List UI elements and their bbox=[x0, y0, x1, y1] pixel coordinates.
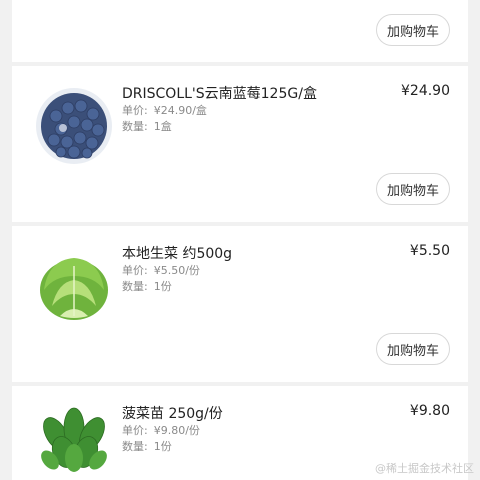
product-card: 本地生菜 约500g ¥5.50 单价: ¥5.50/份 数量: 1份 加购物车 bbox=[12, 226, 468, 382]
add-to-cart-button[interactable]: 加购物车 bbox=[376, 14, 450, 46]
quantity-value: 1份 bbox=[153, 440, 172, 453]
quantity-row: 数量: 1份 bbox=[122, 438, 172, 454]
product-name: 本地生菜 约500g bbox=[122, 246, 233, 262]
product-card-top: 加购物车 bbox=[12, 0, 468, 62]
quantity-value: 1盒 bbox=[153, 120, 172, 133]
quantity-label: 数量: bbox=[122, 280, 148, 293]
quantity-label: 数量: bbox=[122, 120, 148, 133]
product-price: ¥9.80 bbox=[409, 403, 450, 419]
quantity-row: 数量: 1份 bbox=[122, 278, 172, 294]
spinach-image bbox=[34, 400, 114, 480]
unit-price-label: 单价: bbox=[122, 424, 148, 437]
unit-price-label: 单价: bbox=[122, 104, 148, 117]
unit-price-row: 单价: ¥5.50/份 bbox=[122, 262, 200, 278]
unit-price-row: 单价: ¥9.80/份 bbox=[122, 422, 200, 438]
blueberry-image bbox=[34, 86, 114, 166]
quantity-row: 数量: 1盒 bbox=[122, 118, 172, 134]
product-card: DRISCOLL'S云南蓝莓125G/盒 ¥24.90 单价: ¥24.90/盒 … bbox=[12, 66, 468, 222]
lettuce-image bbox=[34, 246, 114, 326]
unit-price-value: ¥5.50/份 bbox=[153, 264, 200, 277]
quantity-value: 1份 bbox=[153, 280, 172, 293]
quantity-label: 数量: bbox=[122, 440, 148, 453]
unit-price-row: 单价: ¥24.90/盒 bbox=[122, 102, 207, 118]
add-to-cart-button[interactable]: 加购物车 bbox=[376, 333, 450, 365]
product-name: 菠菜苗 250g/份 bbox=[122, 406, 223, 422]
product-price: ¥5.50 bbox=[409, 243, 450, 259]
product-name: DRISCOLL'S云南蓝莓125G/盒 bbox=[122, 86, 317, 102]
product-price: ¥24.90 bbox=[401, 83, 450, 99]
unit-price-value: ¥9.80/份 bbox=[153, 424, 200, 437]
watermark: @稀土掘金技术社区 bbox=[375, 462, 474, 475]
unit-price-label: 单价: bbox=[122, 264, 148, 277]
add-to-cart-button[interactable]: 加购物车 bbox=[376, 173, 450, 205]
unit-price-value: ¥24.90/盒 bbox=[153, 104, 207, 117]
